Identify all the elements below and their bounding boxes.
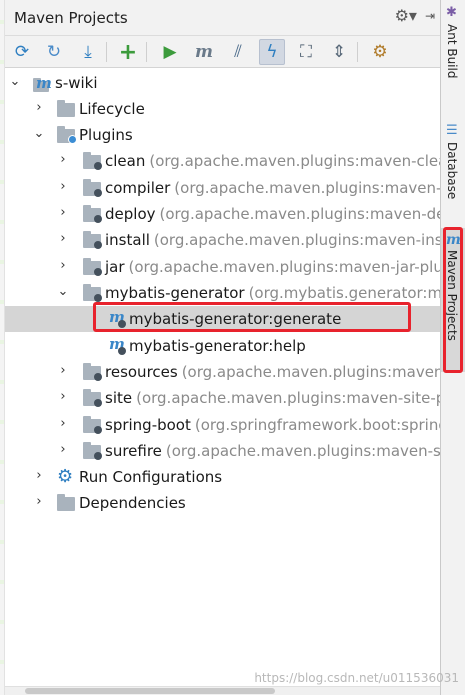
collapse-all-icon[interactable]: ⇕ (326, 39, 352, 65)
plugin-folder-icon (83, 284, 102, 302)
expand-arrow-icon[interactable]: › (32, 494, 46, 510)
expand-arrow-icon[interactable]: › (32, 468, 46, 484)
expand-arrow-icon[interactable]: › (56, 205, 70, 221)
watermark: https://blog.csdn.net/u011536031 (254, 671, 459, 685)
tree-node-run-configurations[interactable]: › ⚙ Run Configurations (5, 464, 440, 490)
tree-node-label: deploy (org.apache.maven.plugins:maven-de… (105, 205, 441, 223)
tab-label: Ant Build (445, 24, 459, 79)
tree-node-label: clean (org.apache.maven.plugins:maven-cle… (105, 152, 441, 170)
expand-arrow-icon[interactable]: › (32, 100, 46, 116)
tree-node-label: Dependencies (79, 494, 186, 512)
gear-icon: ⚙ (57, 466, 74, 487)
plugin-folder-icon (83, 389, 102, 407)
tree-node-plugin[interactable]: › deploy (org.apache.maven.plugins:maven-… (5, 201, 441, 227)
folder-icon (57, 100, 75, 117)
show-dependencies-icon[interactable]: ⛶ (293, 39, 319, 65)
expand-arrow-icon[interactable]: ⌄ (8, 74, 22, 90)
tree-node-plugin[interactable]: › resources (org.apache.maven.plugins:mav… (5, 359, 441, 385)
tab-ant-build[interactable]: ✱ Ant Build (441, 2, 465, 98)
add-icon[interactable]: + (115, 39, 141, 65)
plugin-folder-icon (83, 442, 102, 460)
tree-node-label: mybatis-generator (org.mybatis.generator:… (105, 284, 441, 302)
reimport-icon[interactable]: ⟳ (9, 39, 35, 65)
plugin-folder-icon (83, 258, 102, 276)
horizontal-scrollbar[interactable] (5, 686, 440, 695)
tree-node-plugins[interactable]: ⌄ Plugins (5, 122, 440, 148)
toolbar-separator (146, 42, 147, 62)
tree-node-label: install (org.apache.maven.plugins:maven-i… (105, 231, 441, 249)
tree-node-label: compiler (org.apache.maven.plugins:maven-… (105, 179, 441, 197)
plugin-folder-icon (83, 363, 102, 381)
hide-panel-icon[interactable]: ⇥ (425, 9, 435, 23)
tree-node-plugin[interactable]: › clean (org.apache.maven.plugins:maven-c… (5, 148, 441, 174)
tree-node-plugin[interactable]: › spring-boot (org.springframework.boot:s… (5, 412, 441, 438)
tree-node-plugin[interactable]: › install (org.apache.maven.plugins:maven… (5, 227, 441, 253)
settings-icon[interactable]: ⚙ (367, 39, 393, 65)
tab-label: Database (445, 142, 459, 200)
tree-node-goal[interactable]: m mybatis-generator:help (5, 333, 440, 359)
download-icon[interactable]: ⤓ (75, 39, 101, 65)
maven-goal-icon: m (109, 335, 126, 355)
maven-project-icon: m (33, 74, 52, 92)
tree-node-label: mybatis-generator:help (129, 337, 306, 355)
tree-node-plugin[interactable]: › site (org.apache.maven.plugins:maven-si… (5, 385, 441, 411)
folder-icon (57, 126, 77, 144)
tree-node-label: Run Configurations (79, 468, 223, 486)
plugin-folder-icon (83, 179, 102, 197)
expand-arrow-icon[interactable]: › (56, 231, 70, 247)
expand-arrow-icon[interactable]: › (56, 152, 70, 168)
generate-sources-icon[interactable]: ↻ (41, 39, 67, 65)
tree-node-label: s-wiki (55, 74, 98, 92)
tree-node-project[interactable]: ⌄ m s-wiki (5, 70, 440, 96)
tree-node-label: surefire (org.apache.maven.plugins:maven-… (105, 442, 441, 460)
annotation-highlight-box (93, 302, 411, 332)
tree-node-label: spring-boot (org.springframework.boot:spr… (105, 416, 441, 434)
run-icon[interactable]: ▶ (157, 39, 183, 65)
panel-title-bar: Maven Projects ⚙▾ ⇥ (5, 0, 440, 36)
ant-icon: ✱ (446, 5, 457, 20)
scrollbar-thumb[interactable] (25, 688, 275, 694)
expand-arrow-icon[interactable]: › (56, 389, 70, 405)
annotation-highlight-box (443, 227, 463, 373)
tree-node-label: site (org.apache.maven.plugins:maven-site… (105, 389, 441, 407)
skip-tests-icon[interactable]: ϟ (259, 39, 285, 65)
toolbar-separator (106, 42, 107, 62)
toolbar-separator (357, 42, 358, 62)
expand-arrow-icon[interactable]: ⌄ (32, 126, 46, 142)
expand-arrow-icon[interactable]: › (56, 258, 70, 274)
toggle-offline-icon[interactable]: ⫽ (225, 39, 251, 65)
execute-goal-icon[interactable]: m (191, 39, 217, 65)
project-tree: ⌄ m s-wiki › Lifecycle ⌄ Plugins › clean… (5, 68, 441, 688)
tree-node-label: resources (org.apache.maven.plugins:maven… (105, 363, 441, 381)
plugin-folder-icon (83, 205, 102, 223)
expand-arrow-icon[interactable]: ⌄ (56, 284, 70, 300)
tree-node-label: jar (org.apache.maven.plugins:maven-jar-p… (105, 258, 441, 276)
tab-database[interactable]: ☰ Database (441, 120, 465, 212)
tree-node-plugin[interactable]: › surefire (org.apache.maven.plugins:mave… (5, 438, 441, 464)
tree-node-plugin[interactable]: › compiler (org.apache.maven.plugins:mave… (5, 175, 441, 201)
tree-node-plugin[interactable]: › jar (org.apache.maven.plugins:maven-jar… (5, 254, 441, 280)
library-folder-icon (57, 494, 75, 511)
tree-node-dependencies[interactable]: › Dependencies (5, 490, 440, 516)
database-icon: ☰ (446, 123, 458, 138)
gear-icon[interactable]: ⚙▾ (395, 6, 417, 25)
plugin-folder-icon (83, 231, 102, 249)
panel-title: Maven Projects (14, 9, 128, 27)
maven-toolbar: ⟳ ↻ ⤓ + ▶ m ⫽ ϟ ⛶ ⇕ ⚙ (5, 36, 440, 68)
maven-projects-panel: Maven Projects ⚙▾ ⇥ ⟳ ↻ ⤓ + ▶ m ⫽ ϟ ⛶ ⇕ … (0, 0, 441, 695)
expand-arrow-icon[interactable]: › (56, 416, 70, 432)
expand-arrow-icon[interactable]: › (56, 179, 70, 195)
tree-node-lifecycle[interactable]: › Lifecycle (5, 96, 440, 122)
tree-node-label: Lifecycle (79, 100, 145, 118)
expand-arrow-icon[interactable]: › (56, 442, 70, 458)
expand-arrow-icon[interactable]: › (56, 363, 70, 379)
title-tools: ⚙▾ ⇥ (395, 6, 435, 25)
tree-node-label: Plugins (79, 126, 133, 144)
plugin-folder-icon (83, 152, 102, 170)
plugin-folder-icon (83, 416, 102, 434)
